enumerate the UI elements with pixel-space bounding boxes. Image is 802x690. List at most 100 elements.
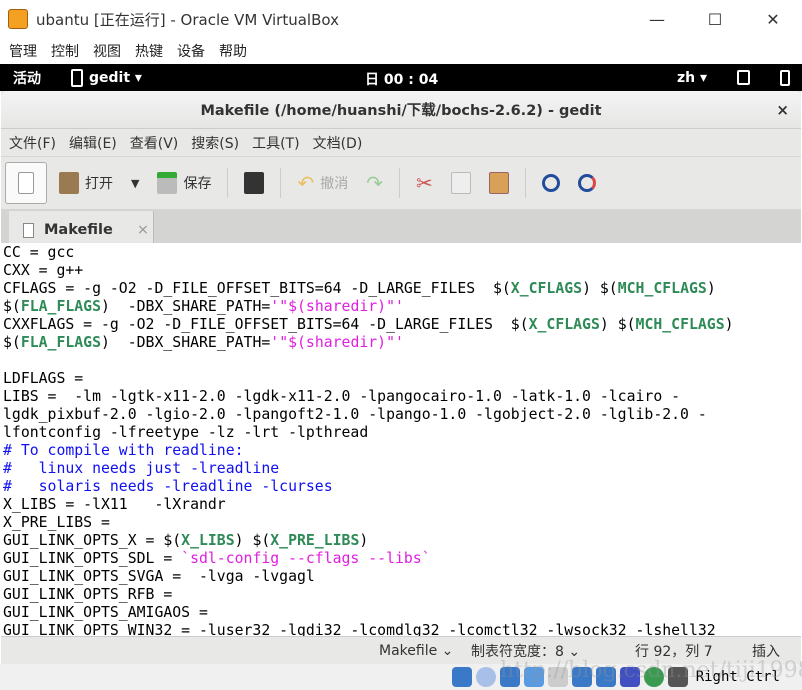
code-line: GUI_LINK_OPTS_RFB = [3, 586, 801, 604]
code-token: LDFLAGS = [3, 370, 84, 387]
optical-drive-icon[interactable] [475, 667, 496, 687]
code-token: lgdk_pixbuf-2.0 -lgio-2.0 -lpangoft2-1.0… [3, 406, 707, 423]
code-line: CFLAGS = -g -O2 -D_FILE_OFFSET_BITS=64 -… [3, 280, 801, 298]
vbox-menu-devices[interactable]: 设备 [177, 41, 205, 61]
find-button[interactable] [536, 162, 566, 204]
search-icon [541, 174, 560, 192]
code-line: CXX = g++ [3, 262, 801, 280]
printer-icon [244, 172, 265, 194]
code-token: FLA_FLAGS [20, 298, 102, 315]
language-menu[interactable]: zh ▾ [677, 70, 707, 86]
paste-button[interactable] [483, 162, 515, 204]
vbox-title: ubantu [正在运行] - Oracle VM VirtualBox [36, 10, 339, 29]
scissors-icon: ✂ [416, 171, 433, 195]
code-token: MCH_CFLAGS [635, 316, 725, 333]
menu-file[interactable]: 文件(F) [9, 133, 56, 153]
code-token: X_PRE_LIBS [270, 532, 360, 549]
code-token: X_LIBS [181, 532, 235, 549]
vbox-menu-control[interactable]: 控制 [51, 41, 79, 61]
code-token: X_PRE_LIBS = [3, 514, 110, 531]
code-line: GUI_LINK_OPTS_SDL = `sdl-config --cflags… [3, 550, 801, 568]
menu-edit[interactable]: 编辑(E) [69, 133, 117, 153]
window-icon[interactable] [737, 70, 750, 85]
code-line: LDFLAGS = [3, 370, 801, 388]
vbox-menubar: 管理 控制 视图 热键 设备 帮助 [0, 38, 802, 64]
vbox-menu-manage[interactable]: 管理 [9, 41, 37, 61]
code-token: CC = gcc [3, 244, 75, 261]
text-editor[interactable]: CC = gcc CXX = g++ CFLAGS = -g -O2 -D_FILE… [1, 243, 801, 636]
code-token: ) [706, 280, 716, 297]
code-token: # solaris needs -lreadline -lcurses [3, 478, 333, 495]
virtualbox-logo-icon [8, 9, 28, 29]
undo-button[interactable]: ↶ 撤消 [291, 162, 354, 204]
code-token: lfontconfig -lfreetype -lz -lrt -lpthrea… [3, 424, 369, 441]
new-document-icon [18, 172, 34, 194]
code-token: '"$(sharedir)"' [270, 334, 404, 351]
virtualbox-titlebar: ubantu [正在运行] - Oracle VM VirtualBox — ☐… [0, 0, 802, 38]
cut-button[interactable]: ✂ [410, 162, 439, 204]
search-replace-icon [577, 174, 596, 192]
toolbar-separator [399, 168, 400, 198]
code-line: lfontconfig -lfreetype -lz -lrt -lpthrea… [3, 424, 801, 442]
code-token: $( [3, 298, 21, 315]
replace-button[interactable] [572, 162, 602, 204]
code-line: # To compile with readline: [3, 442, 801, 460]
code-token: MCH_CFLAGS [617, 280, 707, 297]
code-token: # To compile with readline: [3, 442, 244, 459]
window-close-button[interactable]: × [776, 101, 789, 119]
menu-documents[interactable]: 文档(D) [313, 133, 363, 153]
app-menu[interactable]: gedit ▾ [71, 68, 142, 87]
menu-tools[interactable]: 工具(T) [252, 133, 299, 153]
toolbar: 打开 ▼ 保存 ↶ 撤消 ↷ ✂ [1, 157, 801, 209]
code-line: $(FLA_FLAGS) -DBX_SHARE_PATH='"$(sharedi… [3, 298, 801, 316]
code-token: GUI_LINK_OPTS_RFB = [3, 586, 173, 603]
maximize-button[interactable]: ☐ [686, 10, 744, 29]
code-token: X_LIBS = -lX11 -lXrandr [3, 496, 226, 513]
code-line: X_LIBS = -lX11 -lXrandr [3, 496, 801, 514]
code-token: ) $( [582, 280, 618, 297]
hard-disk-icon[interactable] [451, 667, 472, 687]
vbox-menu-help[interactable]: 帮助 [219, 41, 247, 61]
code-line: GUI_LINK_OPTS_X = $(X_LIBS) $(X_PRE_LIBS… [3, 532, 801, 550]
copy-button[interactable] [445, 162, 477, 204]
code-token: GUI_LINK_OPTS_SVGA = -lvga -lvgagl [3, 568, 315, 585]
clock[interactable]: 日 00 : 04 [365, 69, 438, 89]
app-menu-label: gedit ▾ [89, 69, 142, 86]
redo-button[interactable]: ↷ [360, 162, 389, 204]
vbox-menu-view[interactable]: 视图 [93, 41, 121, 61]
code-token: ) $( [599, 316, 636, 333]
language-selector[interactable]: Makefile ⌄ [379, 643, 453, 659]
code-token: CXX = g++ [3, 262, 84, 279]
code-line: LIBS = -lm -lgtk-x11-2.0 -lgdk-x11-2.0 -… [3, 388, 801, 406]
window-title: Makefile (/home/huanshi/下载/bochs-2.6.2) … [200, 103, 602, 119]
tab-close-button[interactable]: × [137, 222, 149, 238]
save-label: 保存 [183, 176, 212, 192]
menu-view[interactable]: 查看(V) [130, 133, 179, 153]
copy-icon [450, 172, 471, 194]
new-button[interactable] [5, 162, 47, 204]
code-token: $( [3, 334, 21, 351]
toolbar-separator [524, 168, 526, 198]
gedit-menubar: 文件(F) 编辑(E) 查看(V) 搜索(S) 工具(T) 文档(D) [1, 129, 801, 157]
open-button[interactable]: 打开 [53, 162, 119, 204]
code-token: ) $( [234, 532, 271, 549]
code-line: GUI_LINK_OPTS_WIN32 = -luser32 -lgdi32 -… [3, 622, 801, 636]
code-token: X_CFLAGS [528, 316, 600, 333]
file-icon [23, 222, 34, 238]
code-token: GUI_LINK_OPTS_SDL = [3, 550, 182, 567]
close-button[interactable]: ✕ [744, 10, 802, 29]
save-icon [157, 172, 178, 194]
code-token: GUI_LINK_OPTS_AMIGAOS = [3, 604, 208, 621]
save-button[interactable]: 保存 [151, 162, 217, 204]
minimize-button[interactable]: — [628, 10, 686, 29]
code-line: X_PRE_LIBS = [3, 514, 801, 532]
vbox-menu-hotkey[interactable]: 热键 [135, 41, 163, 61]
open-recent-dropdown[interactable]: ▼ [125, 162, 145, 204]
undo-label: 撤消 [320, 176, 349, 192]
battery-icon[interactable] [780, 69, 790, 86]
print-button[interactable] [238, 162, 270, 204]
activities-button[interactable]: 活动 [13, 68, 41, 88]
menu-search[interactable]: 搜索(S) [191, 133, 239, 153]
code-token: `sdl-config --cflags --libs` [181, 550, 431, 567]
